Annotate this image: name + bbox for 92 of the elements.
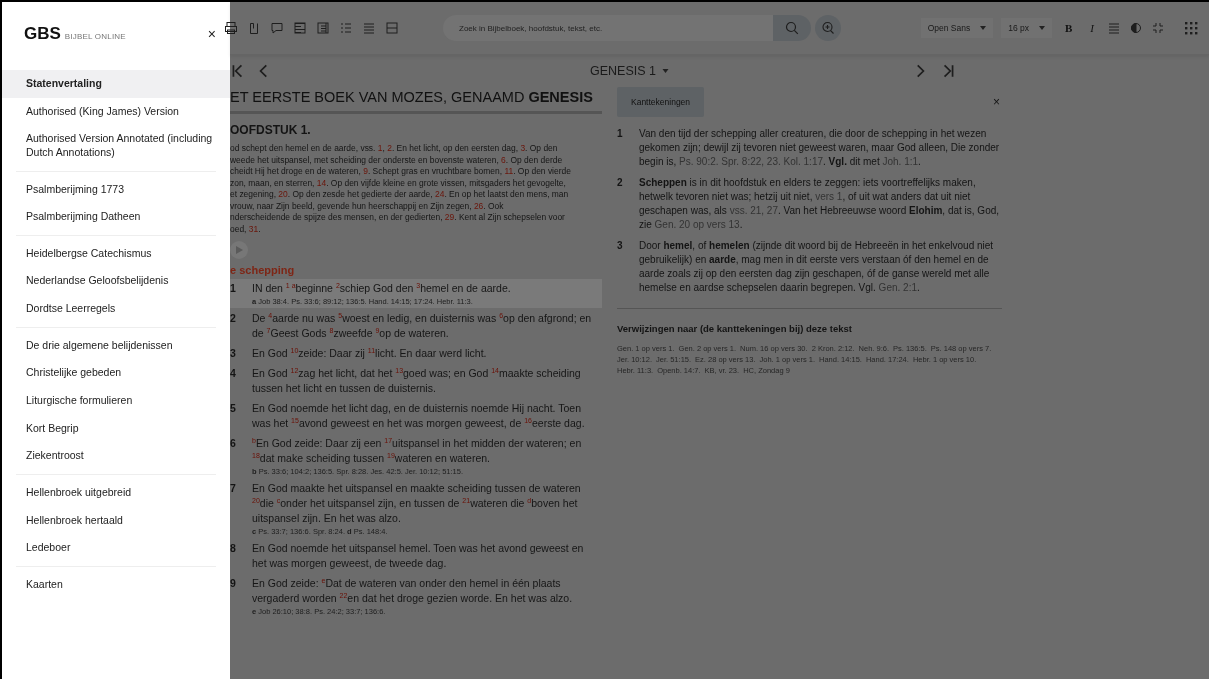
reference-link[interactable]: Gen. 2:1: [878, 282, 917, 293]
panel-icon[interactable]: [385, 21, 399, 35]
menu-item[interactable]: Ziekentroost: [2, 442, 230, 470]
caret-icon: [980, 26, 987, 30]
verse-row[interactable]: 2 De $^{4}$aarde nu was $^{5}$woest en ledig, en duisternis was $^{6}$op den afgrond; en de $^{7}$Geest Gods $^{8}$zweefde $^{9}$op de wateren.: [230, 309, 602, 343]
menu-item[interactable]: Statenvertaling: [2, 70, 230, 98]
chapter-summary-line: cheidt Hij het droge en de wateren, 9. Schept gras en vruchtbare bomen, 11. Op den vierde: [230, 166, 572, 178]
italic-button[interactable]: I: [1085, 22, 1099, 34]
menu-item[interactable]: De drie algemene belijdenissen: [2, 331, 230, 360]
verse-row[interactable]: 4 En God $^{12}$zag het licht, dat het $^{13}$goed was; en God $^{14}$maakte scheiding tussen het licht en tussen de duisternis.: [230, 364, 602, 398]
list-icon[interactable]: [339, 21, 353, 35]
menu-item[interactable]: Dordtse Leerregels: [2, 295, 230, 323]
verse-row[interactable]: 3 En God $^{10}$zeide: Daar zij $^{11}$licht. En daar werd licht.: [230, 344, 602, 363]
size-select[interactable]: 16 px: [1001, 18, 1052, 38]
verse-text: En God noemde het licht dag, en de duisternis noemde Hij nacht. Toen was het $^{15}$avond geweest en het was morgen geweest, de $^{16}$eerste dag.: [252, 401, 586, 431]
comment-icon[interactable]: [270, 21, 284, 35]
verse-link[interactable]: 20: [278, 189, 288, 199]
chapter-summary-line: od schept den hemel en de aarde, vss. 1, 2. En het licht, op den eersten dag, 3. Op den: [230, 143, 559, 155]
document-icon[interactable]: [247, 21, 261, 35]
verse-number: 8: [230, 541, 237, 556]
menu-item[interactable]: Psalmberijming Datheen: [2, 203, 230, 231]
verse-text: En God zeide: $^{e}$Dat de wateren van onder den hemel in één plaats vergaderd worden $^{22}$en dat het droge gezien worde. En het was alzo.: [252, 576, 574, 606]
chapter-summary-line: vrouw, naar Zijn beeld, gevende hun heerschappij en Zijn zegen, 26. Ook: [230, 200, 505, 212]
verse-number: 6: [230, 436, 237, 451]
bold-button[interactable]: B: [1060, 22, 1078, 34]
search-field[interactable]: Zoek in Bijbelboek, hoofdstuk, tekst, etc.: [443, 15, 773, 41]
chapter-heading: OOFDSTUK 1.: [230, 123, 312, 137]
chapter-summary-line: oed, 31.: [230, 223, 262, 235]
contrast-icon[interactable]: [1129, 21, 1143, 35]
caret-icon: [1039, 26, 1045, 30]
menu-item[interactable]: Nederlandse Geloofsbelijdenis: [2, 267, 230, 296]
menu-item[interactable]: Hellenbroek hertaald: [2, 506, 230, 535]
play-icon: [235, 246, 243, 254]
chapter-summary-line: weede het uitspansel, met scheiding der onderste en bovenste wateren, 6. Op den derde: [230, 154, 564, 166]
close-button[interactable]: ×: [207, 26, 216, 42]
verse-link[interactable]: 9: [363, 166, 368, 176]
zoom-in-button[interactable]: [815, 15, 841, 41]
apps-grid-icon[interactable]: [1183, 20, 1199, 36]
verse-number: 2: [230, 311, 237, 326]
verse-text: En God $^{10}$zeide: Daar zij $^{11}$licht. En daar werd licht.: [252, 346, 488, 361]
note-number: 3: [617, 239, 624, 253]
menu-item[interactable]: Kaarten: [2, 570, 230, 599]
menu-item[interactable]: Authorised Version Annotated (including Dutch Annotations): [2, 125, 230, 167]
search-icon: [785, 21, 799, 35]
compress-icon[interactable]: [1151, 21, 1165, 35]
verse-number: 5: [230, 401, 237, 416]
logo-text[interactable]: GBS: [24, 24, 61, 44]
chapter-selector[interactable]: GENESIS 1: [590, 64, 669, 78]
caret-icon: [662, 69, 669, 73]
verse-number: 4: [230, 366, 237, 381]
menu-item[interactable]: Heidelbergse Catechismus: [2, 239, 230, 268]
note-number: 1: [617, 127, 624, 141]
annotations-tab[interactable]: Kanttekeningen: [617, 87, 705, 117]
font-select[interactable]: Open Sans: [920, 18, 994, 38]
section-heading: e schepping: [230, 264, 296, 276]
verse-text: En God $^{12}$zag het licht, dat het $^{13}$goed was; en God $^{14}$maakte scheiding tussen het licht en tussen de duisternis.: [252, 366, 582, 396]
menu-item[interactable]: Ledeboer: [2, 534, 230, 562]
verse-number: 7: [230, 481, 237, 496]
align-icon[interactable]: [1107, 21, 1121, 35]
note-text: Door hemel, of hemelen (zijnde dit woord bij de Hebreeën in het enkelvoud niet gebruikelijk) en aarde, mag men in dit eerste vers verstaan óf den hemel en de aarde zoals zij op den eersten dag zijn geschapen, óf de ganse wereld met alle hemelse en aardse schepselen daarin begrepen. Vgl. Gen. 2:1.: [639, 239, 995, 295]
verse-number: 3: [230, 346, 237, 361]
menu-item[interactable]: Liturgische formulieren: [2, 387, 230, 415]
verse-number: 9: [230, 576, 237, 591]
menu-item[interactable]: Authorised (King James) Version: [2, 97, 230, 126]
printer-icon[interactable]: [224, 21, 238, 35]
verse-text: De $^{4}$aarde nu was $^{5}$woest en ledig, en duisternis was $^{6}$op den afgrond; en de $^{7}$Geest Gods $^{8}$zweefde $^{9}$op de wateren.: [252, 311, 593, 341]
references-heading: Verwijzingen naar (de kanttekeningen bij) deze tekst: [617, 323, 853, 334]
chapter-summary-line: et zegening, 20. Op den zesde het gedierte der aarde, 24. En op het laatst den mens, man: [230, 189, 570, 201]
menu-item[interactable]: Psalmberijming 1773: [2, 175, 230, 204]
verse-text: En God maakte het uitspansel en maakte scheiding tussen de wateren $^{20}$die $^{c}$onder het uitspansel zijn, en tussen de $^{21}$wateren die $^{d}$boven het uitspansel zijn. En het was alzo.: [252, 481, 582, 526]
verse-link[interactable]: 6: [501, 154, 506, 165]
note-number: 2: [617, 176, 624, 190]
verse-text: $^{b}$En God zeide: Daar zij een $^{17}$uitspansel in het midden der wateren; en $^{18}$dat make scheiding tussen $^{19}$wateren en wateren.: [252, 436, 583, 466]
chapter-summary-line: zon, maan, en sterren, 14. Op den vijfde kleine en grote vissen, mitsgaders het gevogelte,: [230, 177, 567, 189]
verse-row[interactable]: 5 En God noemde het licht dag, en de duisternis noemde Hij nacht. Toen was het $^{15}$avond geweest en het was morgen geweest, de $^{16}$eerste dag.: [230, 399, 602, 433]
logo-subtitle: BIJBEL ONLINE: [64, 32, 126, 41]
verse-row[interactable]: 8 En God noemde het uitspansel hemel. Toen was het avond geweest en het was morgen geweest, de tweede dag.: [230, 539, 602, 573]
verse-number: 1: [230, 281, 237, 296]
zoom-in-icon: [821, 21, 835, 35]
justify-icon[interactable]: [362, 21, 376, 35]
close-button[interactable]: ×: [993, 95, 1000, 109]
verse-text: IN den $^{1 a}$beginne $^{2}$schiep God den $^{3}$hemel en de aarde.: [252, 281, 512, 296]
book-title: ET EERSTE BOEK VAN MOZES, GENAAMD GENESIS: [230, 87, 602, 114]
verse-text: En God noemde het uitspansel hemel. Toen was het avond geweest en het was morgen geweest, de tweede dag.: [252, 541, 585, 571]
align-left-icon[interactable]: [293, 21, 307, 35]
menu-item[interactable]: Christelijke gebeden: [2, 359, 230, 388]
align-right-icon[interactable]: [316, 21, 330, 35]
chapter-summary-line: nderscheidende de spijze des mensen, en der gedierten, 29. Kent al Zijn schepselen voor: [230, 212, 566, 224]
verse-link[interactable]: 2: [387, 143, 392, 153]
search-button[interactable]: [773, 15, 811, 41]
menu-item[interactable]: Kort Begrip: [2, 414, 230, 443]
menu-item[interactable]: Hellenbroek uitgebreid: [2, 478, 230, 507]
